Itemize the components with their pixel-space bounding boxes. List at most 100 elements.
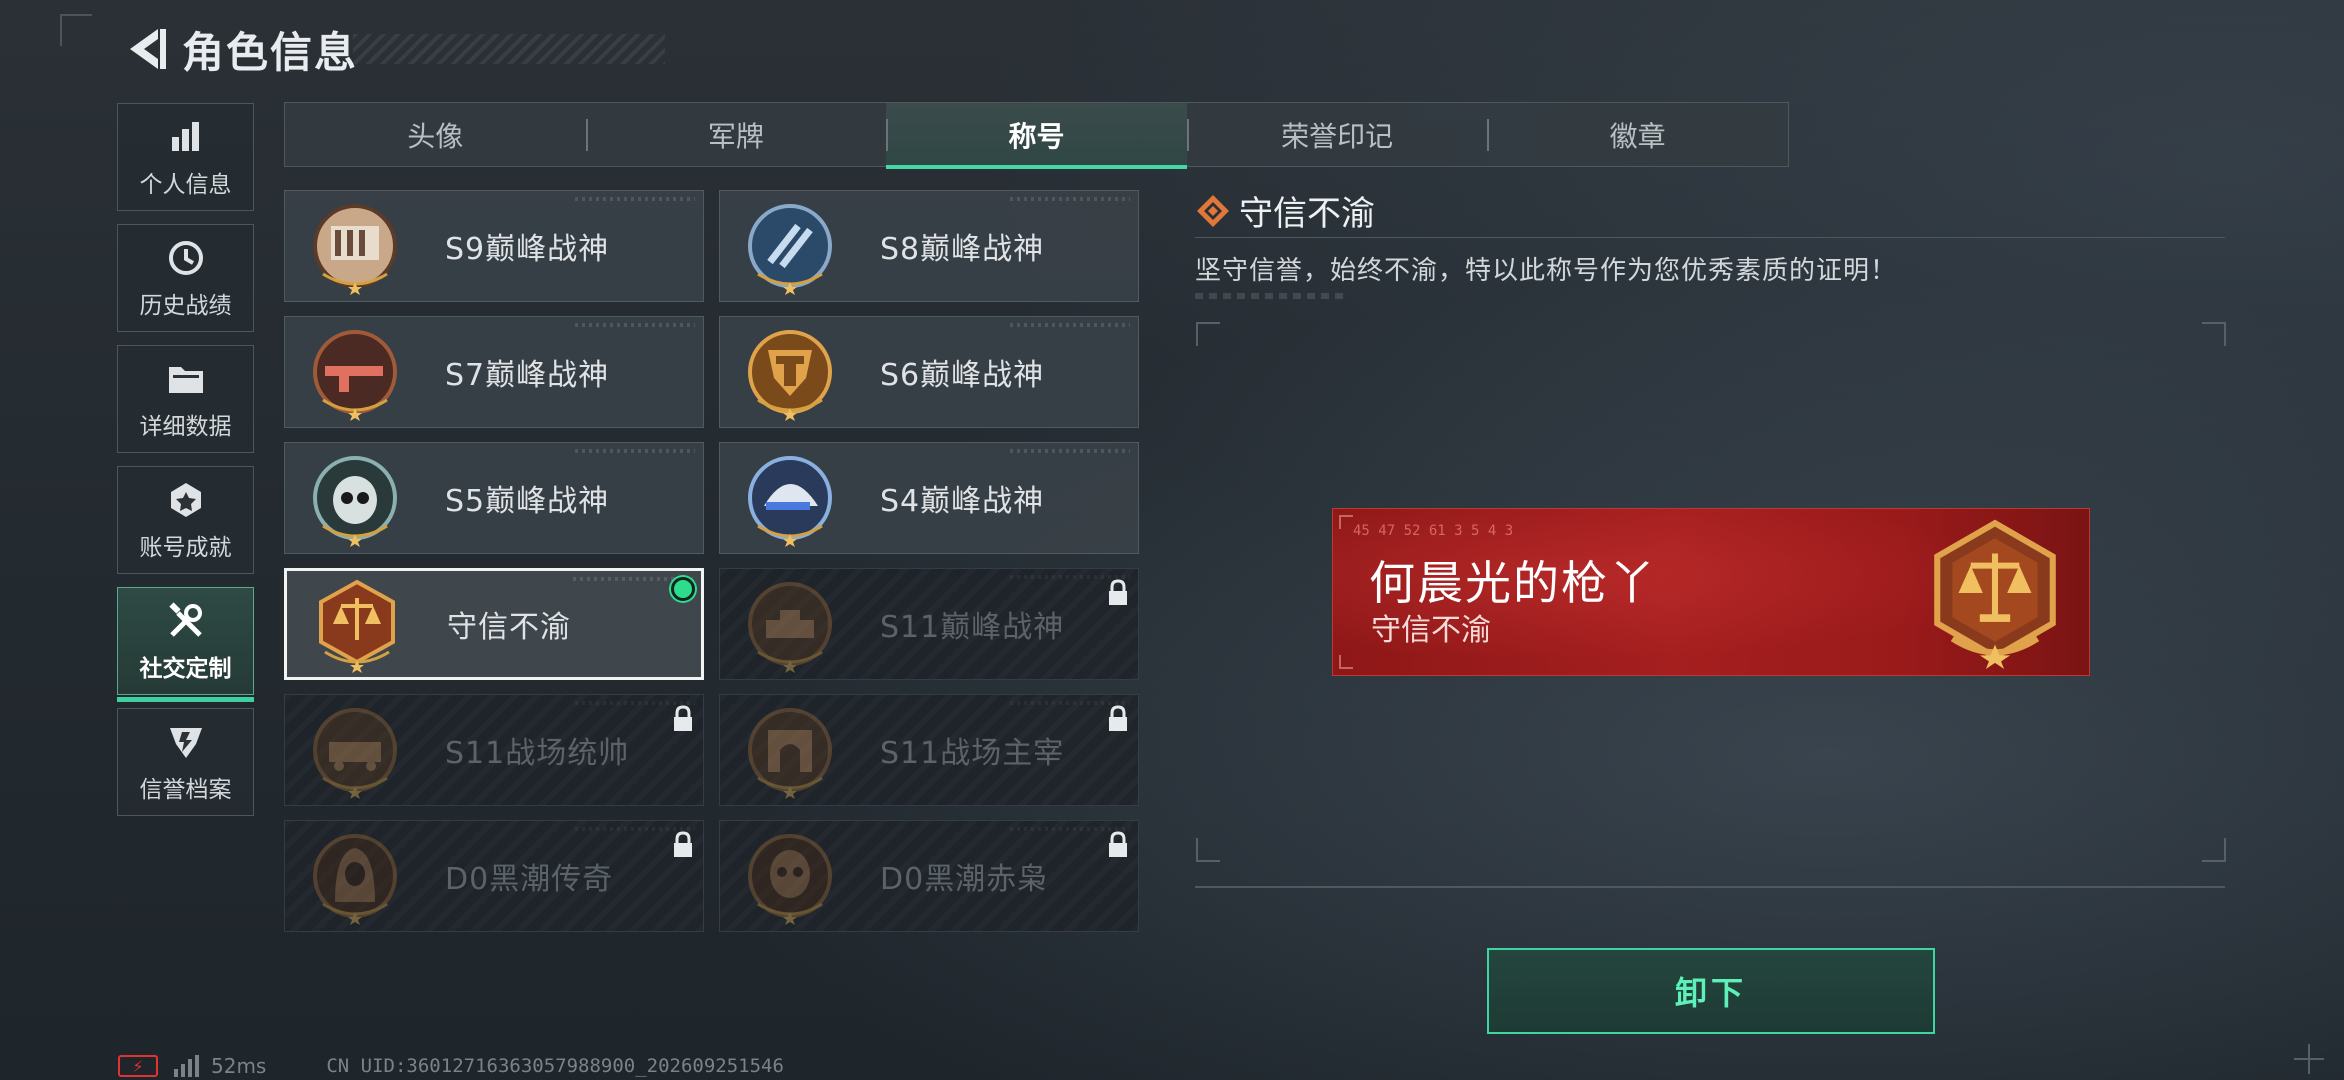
history-clock-icon [164, 236, 208, 280]
frame-corner [2202, 322, 2226, 346]
title-name: S11战场主宰 [880, 736, 1065, 771]
side-item-achievements[interactable]: 账号成就 [117, 466, 254, 574]
tab-honor-mark[interactable]: 荣誉印记 [1186, 103, 1488, 166]
title-card[interactable]: S6巅峰战神 [719, 316, 1139, 428]
lock-icon [1109, 579, 1127, 605]
title-name: S11战场统帅 [445, 736, 630, 771]
side-item-social-custom[interactable]: 社交定制 [117, 587, 254, 702]
card-decoration [575, 323, 695, 327]
tools-icon [164, 599, 208, 643]
folder-icon [164, 357, 208, 401]
scales-emblem-icon [1934, 519, 2056, 669]
banner-code: 45 47 52 61 3 5 4 3 [1353, 523, 1514, 539]
title-name: 守信不渝 [447, 610, 571, 645]
title-name: S7巅峰战神 [445, 358, 610, 393]
title-card[interactable]: D0黑潮赤枭 [719, 820, 1139, 932]
side-item-history[interactable]: 历史战绩 [117, 224, 254, 332]
title-card[interactable]: D0黑潮传奇 [284, 820, 704, 932]
ping-value: 52ms [211, 1054, 267, 1078]
detail-panel: 守信不渝 坚守信誉，始终不渝，特以此称号作为您优秀素质的证明！ [1195, 190, 2225, 299]
title-card[interactable]: S8巅峰战神 [719, 190, 1139, 302]
title-name: S5巅峰战神 [445, 484, 610, 519]
hooded-figure-emblem-icon [313, 834, 397, 925]
side-item-personal-info[interactable]: 个人信息 [117, 103, 254, 211]
title-card[interactable]: 守信不渝 [284, 568, 704, 680]
header: 角色信息 [118, 20, 665, 78]
low-battery-icon: ⚡ [118, 1055, 158, 1077]
tab-avatar[interactable]: 头像 [285, 103, 586, 166]
skull-helmet-emblem-icon [313, 456, 397, 547]
status-bar: ⚡ 52ms CN UID:3601271636305798890​0_2026… [118, 1054, 784, 1078]
credit-shield-icon [164, 720, 208, 764]
banner-title: 守信不渝 [1371, 613, 1491, 648]
back-arrow-icon [130, 29, 166, 69]
achievement-badge-icon [164, 478, 208, 522]
tab-title[interactable]: 称号 [886, 103, 1187, 169]
title-name: S6巅峰战神 [880, 358, 1045, 393]
side-item-label: 账号成就 [139, 535, 232, 561]
tab-dog-tag[interactable]: 军牌 [585, 103, 887, 166]
title-card[interactable]: S9巅峰战神 [284, 190, 704, 302]
banner-player-name: 何晨光的枪丫 [1369, 556, 1657, 610]
back-button[interactable] [118, 21, 174, 77]
side-item-label: 社交定制 [139, 656, 232, 682]
equipped-indicator [671, 577, 695, 601]
header-decoration [353, 34, 665, 64]
golden-crest-emblem-icon [748, 330, 832, 421]
blue-slash-emblem-icon [748, 204, 832, 295]
detail-description: 坚守信誉，始终不渝，特以此称号作为您优秀素质的证明！ [1195, 256, 1898, 286]
side-item-label: 个人信息 [139, 172, 232, 198]
card-decoration [1010, 449, 1130, 453]
title-card[interactable]: S11巅峰战神 [719, 568, 1139, 680]
arch-emblem-icon [748, 708, 832, 799]
title-grid: S9巅峰战神 S8巅峰战神 S7巅峰战神 S6巅峰战神 S5巅峰战神 S4巅峰战神守信不渝… [284, 190, 1139, 932]
category-tabs: 头像 军牌 称号 荣誉印记 徽章 [284, 102, 1789, 169]
title-card[interactable]: S5巅峰战神 [284, 442, 704, 554]
card-decoration [575, 449, 695, 453]
card-decoration [1010, 197, 1130, 201]
tank-emblem-icon [748, 582, 832, 673]
title-banner-preview: 45 47 52 61 3 5 4 3 何晨光的枪丫 守信不渝 [1332, 508, 2090, 676]
title-name: D0黑潮传奇 [445, 862, 614, 897]
tech-helmet-emblem-icon [748, 456, 832, 547]
uid-text: CN UID:3601271636305798890​0_20260925154… [326, 1055, 784, 1077]
title-card[interactable]: S11战场主宰 [719, 694, 1139, 806]
corner-plus-mark [2294, 1044, 2324, 1074]
scales-emblem-icon [319, 579, 395, 673]
unequip-button[interactable]: 卸下 [1487, 948, 1935, 1034]
title-name: S9巅峰战神 [445, 232, 610, 267]
frame-corner [1196, 322, 1220, 346]
title-name: S4巅峰战神 [880, 484, 1045, 519]
fortress-emblem-icon [313, 204, 397, 295]
detail-header: 守信不渝 [1195, 190, 2225, 238]
frame-corner [1196, 838, 1220, 862]
lock-icon [1109, 705, 1127, 731]
title-card[interactable]: S11战场统帅 [284, 694, 704, 806]
corner-mark [60, 14, 92, 46]
divider [1195, 886, 2225, 888]
signal-icon [174, 1055, 199, 1077]
masked-skull-emblem-icon [748, 834, 832, 925]
side-item-label: 信誉档案 [139, 777, 232, 803]
frame-corner [2202, 838, 2226, 862]
lock-icon [674, 705, 692, 731]
side-item-credit[interactable]: 信誉档案 [117, 708, 254, 816]
diamond-icon [1197, 194, 1229, 227]
title-name: S8巅峰战神 [880, 232, 1045, 267]
detail-title: 守信不渝 [1239, 194, 1375, 234]
side-item-label: 详细数据 [139, 414, 232, 440]
side-nav: 个人信息 历史战绩 详细数据 账号成就 社交定制 信誉档案 [117, 103, 254, 829]
title-name: S11巅峰战神 [880, 610, 1065, 645]
tab-badge[interactable]: 徽章 [1487, 103, 1788, 166]
card-decoration [1010, 323, 1130, 327]
side-item-label: 历史战绩 [139, 293, 232, 319]
bar-chart-icon [164, 115, 208, 159]
card-decoration [575, 197, 695, 201]
detail-decoration [1195, 293, 1345, 299]
side-item-detailed-data[interactable]: 详细数据 [117, 345, 254, 453]
title-name: D0黑潮赤枭 [880, 862, 1049, 897]
lock-icon [674, 831, 692, 857]
armored-vehicle-emblem-icon [313, 708, 397, 799]
title-card[interactable]: S7巅峰战神 [284, 316, 704, 428]
title-card[interactable]: S4巅峰战神 [719, 442, 1139, 554]
